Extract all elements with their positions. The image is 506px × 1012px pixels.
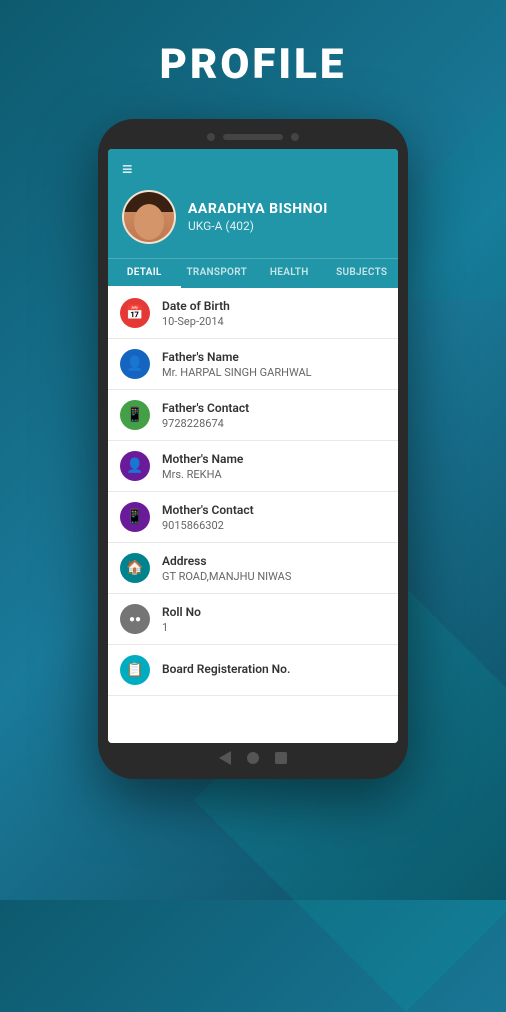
list-item: 📋 Board Registeration No. (108, 645, 398, 696)
rollno-icon: ●● (120, 604, 150, 634)
calendar-icon: 📅 (120, 298, 150, 328)
dob-value: 10-Sep-2014 (162, 315, 386, 328)
list-item: 📅 Date of Birth 10-Sep-2014 (108, 288, 398, 339)
mother-contact-label: Mother's Contact (162, 503, 386, 517)
father-name-icon: 👤 (120, 349, 150, 379)
profile-info: AARADHYA BISHNOI UKG-A (402) (188, 201, 384, 233)
mother-name-value: Mrs. REKHA (162, 468, 386, 481)
student-class: UKG-A (402) (188, 219, 384, 233)
dob-text: Date of Birth 10-Sep-2014 (162, 299, 386, 328)
tab-detail[interactable]: DETAIL (108, 259, 181, 288)
camera-dot (207, 133, 215, 141)
father-contact-value: 9728228674 (162, 417, 386, 430)
mother-contact-value: 9015866302 (162, 519, 386, 532)
tab-subjects[interactable]: SUBJECTS (326, 259, 399, 288)
rollno-text: Roll No 1 (162, 605, 386, 634)
list-item: 👤 Mother's Name Mrs. REKHA (108, 441, 398, 492)
father-contact-icon: 📱 (120, 400, 150, 430)
rollno-value: 1 (162, 621, 386, 634)
board-reg-icon: 📋 (120, 655, 150, 685)
recent-button[interactable] (275, 752, 287, 764)
father-name-text: Father's Name Mr. HARPAL SINGH GARHWAL (162, 350, 386, 379)
camera-dot-right (291, 133, 299, 141)
list-item: ●● Roll No 1 (108, 594, 398, 645)
mother-name-text: Mother's Name Mrs. REKHA (162, 452, 386, 481)
list-item: 👤 Father's Name Mr. HARPAL SINGH GARHWAL (108, 339, 398, 390)
hamburger-icon[interactable]: ≡ (122, 159, 384, 180)
mother-name-icon: 👤 (120, 451, 150, 481)
tab-health[interactable]: HEALTH (253, 259, 326, 288)
address-icon: 🏠 (120, 553, 150, 583)
mother-contact-icon: 📱 (120, 502, 150, 532)
app-header: ≡ AARADHYA BISHNOI UKG-A (402) (108, 149, 398, 258)
father-contact-label: Father's Contact (162, 401, 386, 415)
father-name-label: Father's Name (162, 350, 386, 364)
rollno-label: Roll No (162, 605, 386, 619)
father-name-value: Mr. HARPAL SINGH GARHWAL (162, 366, 386, 379)
address-text: Address GT ROAD,MANJHU NIWAS (162, 554, 386, 583)
phone-frame: ≡ AARADHYA BISHNOI UKG-A (402) DETAIL TR… (98, 119, 408, 779)
speaker-bar (223, 134, 283, 140)
back-button[interactable] (219, 751, 231, 765)
profile-section: AARADHYA BISHNOI UKG-A (402) (122, 190, 384, 244)
phone-screen: ≡ AARADHYA BISHNOI UKG-A (402) DETAIL TR… (108, 149, 398, 743)
board-reg-text: Board Registeration No. (162, 662, 386, 678)
page-title: PROFILE (160, 40, 347, 89)
tabs-row: DETAIL TRANSPORT HEALTH SUBJECTS (108, 258, 398, 288)
mother-contact-text: Mother's Contact 9015866302 (162, 503, 386, 532)
list-item: 🏠 Address GT ROAD,MANJHU NIWAS (108, 543, 398, 594)
phone-bottom-bar (108, 751, 398, 765)
address-value: GT ROAD,MANJHU NIWAS (162, 570, 386, 583)
mother-name-label: Mother's Name (162, 452, 386, 466)
student-name: AARADHYA BISHNOI (188, 201, 384, 217)
dob-label: Date of Birth (162, 299, 386, 313)
home-button[interactable] (247, 752, 259, 764)
board-reg-label: Board Registeration No. (162, 662, 386, 676)
list-item: 📱 Father's Contact 9728228674 (108, 390, 398, 441)
avatar (122, 190, 176, 244)
tab-transport[interactable]: TRANSPORT (181, 259, 254, 288)
phone-top-bar (108, 133, 398, 141)
father-contact-text: Father's Contact 9728228674 (162, 401, 386, 430)
list-item: 📱 Mother's Contact 9015866302 (108, 492, 398, 543)
list-container: 📅 Date of Birth 10-Sep-2014 👤 Father's N… (108, 288, 398, 743)
avatar-face-oval (134, 204, 164, 240)
address-label: Address (162, 554, 386, 568)
